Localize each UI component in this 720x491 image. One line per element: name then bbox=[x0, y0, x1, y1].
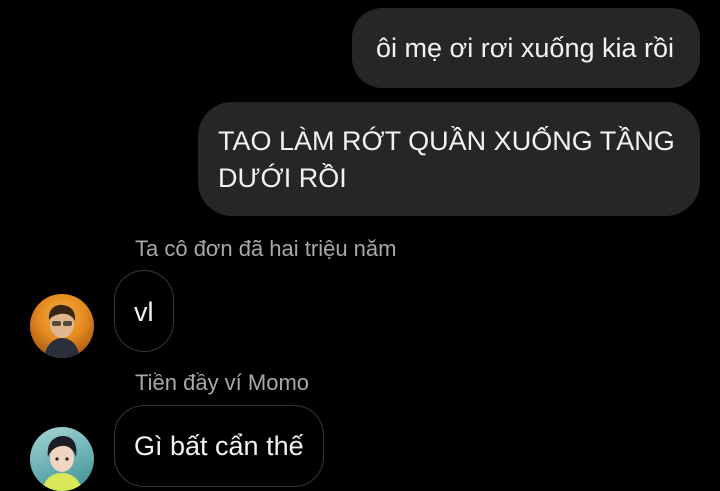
incoming-message[interactable]: Gì bất cẩn thế bbox=[114, 405, 324, 487]
message-text: ôi mẹ ơi rơi xuống kia rồi bbox=[375, 33, 674, 63]
sender-name: Ta cô đơn đã hai triệu năm bbox=[135, 236, 397, 261]
outgoing-message[interactable]: TAO LÀM RỚT QUẦN XUỐNG TẦNG DƯỚI RỒI bbox=[198, 102, 700, 216]
message-text: Gì bất cẩn thế bbox=[134, 431, 304, 461]
outgoing-message[interactable]: ôi mẹ ơi rơi xuống kia rồi bbox=[351, 8, 700, 88]
message-text: TAO LÀM RỚT QUẦN XUỐNG TẦNG DƯỚI RỒI bbox=[218, 126, 675, 193]
avatar[interactable] bbox=[30, 294, 94, 358]
avatar[interactable] bbox=[30, 427, 94, 491]
person-avatar-icon bbox=[44, 304, 80, 358]
person-avatar-icon bbox=[42, 436, 82, 491]
incoming-message[interactable]: vl bbox=[114, 270, 174, 352]
sender-name: Tiền đầy ví Momo bbox=[135, 370, 310, 395]
message-text: vl bbox=[134, 297, 154, 327]
